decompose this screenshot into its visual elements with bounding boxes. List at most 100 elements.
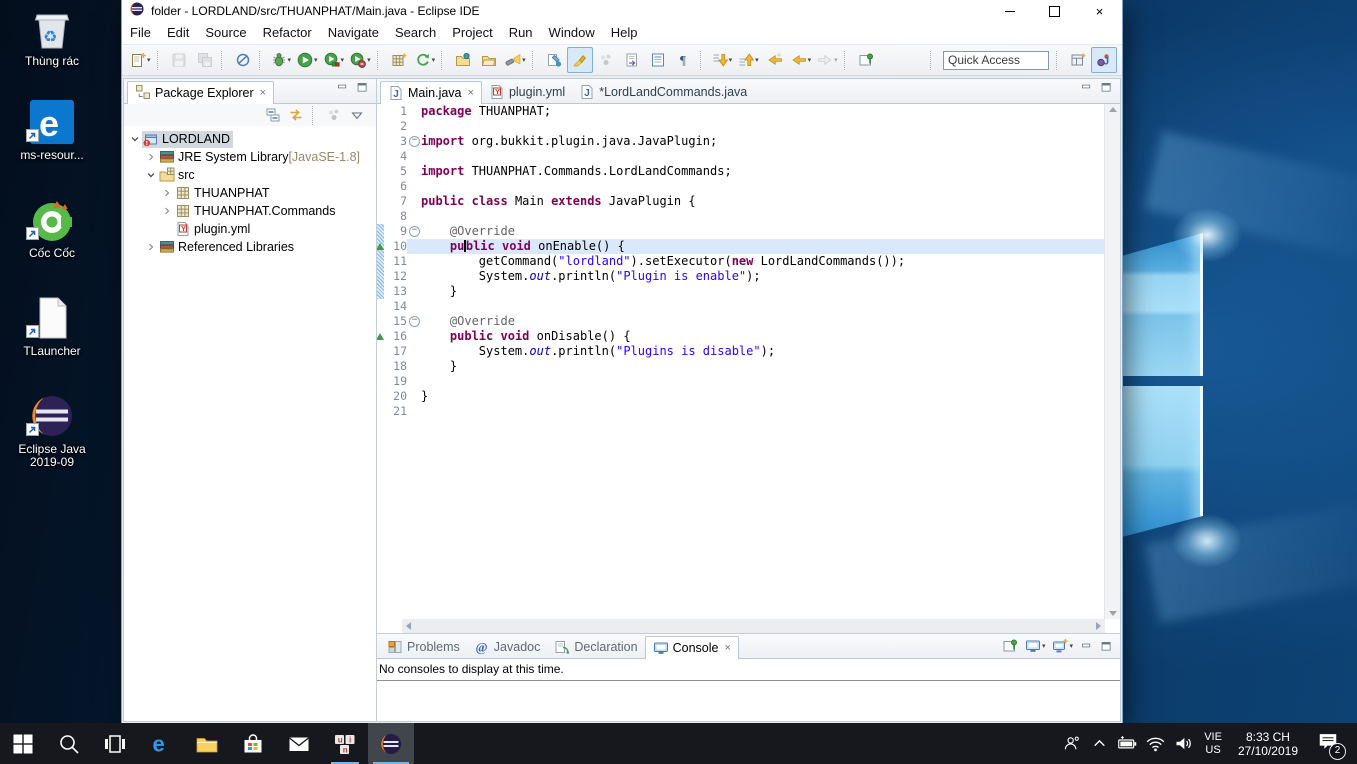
next-annotation-button[interactable]: ▾ xyxy=(709,47,736,73)
dropdown-arrow-icon[interactable]: ▾ xyxy=(147,56,151,64)
scroll-right-icon[interactable] xyxy=(1096,622,1101,630)
menu-project[interactable]: Project xyxy=(444,22,500,44)
desktop-icon-edge-shortcut[interactable]: ems-resour... xyxy=(6,96,98,162)
code-line-13[interactable]: 13 } xyxy=(377,284,1105,299)
menu-help[interactable]: Help xyxy=(603,22,646,44)
skip-all-breakpoints-button[interactable] xyxy=(230,47,256,73)
dropdown-arrow-icon[interactable]: ▾ xyxy=(367,56,371,64)
code-line-7[interactable]: 7public class Main extends JavaPlugin { xyxy=(377,194,1105,209)
taskbar-unikey-button[interactable]: uin xyxy=(322,723,368,764)
forward-button[interactable]: ▾ xyxy=(814,47,841,73)
tab-problems[interactable]: Problems xyxy=(380,636,467,658)
editor-tab-main-java[interactable]: JMain.java× xyxy=(380,81,482,104)
minimize-view-button[interactable] xyxy=(1080,640,1093,653)
editor-vertical-scrollbar[interactable] xyxy=(1104,104,1120,619)
tray-network-wifi-button[interactable] xyxy=(1141,733,1169,754)
close-tab-icon[interactable]: × xyxy=(468,87,474,99)
code-line-5[interactable]: 5import THUANPHAT.Commands.LordLandComma… xyxy=(377,164,1105,179)
maximize-view-button[interactable] xyxy=(1100,640,1113,653)
menu-file[interactable]: File xyxy=(122,22,159,44)
open-resource-button[interactable] xyxy=(476,47,502,73)
minimize-editor-icon[interactable] xyxy=(1080,81,1093,99)
link-with-editor-button[interactable] xyxy=(286,105,306,125)
tree-item-plugin-yml[interactable]: Yplugin.yml xyxy=(124,220,376,238)
menu-navigate[interactable]: Navigate xyxy=(320,22,387,44)
dropdown-arrow-icon[interactable]: ▾ xyxy=(1042,642,1046,650)
code-line-9[interactable]: 9− @Override xyxy=(377,224,1105,239)
code-line-12[interactable]: 12 System.out.println("Plugin is enable"… xyxy=(377,269,1105,284)
close-view-icon[interactable]: × xyxy=(260,87,266,99)
tree-item-src[interactable]: src xyxy=(124,166,376,184)
collapse-fold-icon[interactable]: − xyxy=(409,226,420,237)
menu-source[interactable]: Source xyxy=(197,22,254,44)
open-console-button[interactable]: ▾ xyxy=(1052,638,1073,654)
code-line-1[interactable]: 1package THUANPHAT; xyxy=(377,104,1105,119)
tree-expand-chevron-icon[interactable] xyxy=(160,205,174,217)
code-line-20[interactable]: 20} xyxy=(377,389,1105,404)
taskbar-file-explorer-button[interactable] xyxy=(184,723,230,764)
save-button[interactable] xyxy=(166,47,192,73)
new-wizard-button[interactable]: ▾ xyxy=(127,47,154,73)
open-perspective-button[interactable] xyxy=(1065,47,1091,73)
back-button[interactable]: ▾ xyxy=(788,47,815,73)
tree-expand-chevron-icon[interactable] xyxy=(144,151,158,163)
tab-console[interactable]: Console× xyxy=(645,636,739,659)
editor-tab-plugin-yml[interactable]: Yplugin.yml xyxy=(482,81,572,103)
show-whitespace-button[interactable]: ¶ xyxy=(671,47,697,73)
tree-item-lordland[interactable]: LORDLAND xyxy=(124,130,376,148)
taskbar-task-view-button[interactable] xyxy=(92,723,138,764)
dropdown-arrow-icon[interactable]: ▾ xyxy=(432,56,436,64)
refresh-button[interactable]: ▾ xyxy=(412,47,439,73)
code-line-19[interactable]: 19 xyxy=(377,374,1105,389)
dropdown-arrow-icon[interactable]: ▾ xyxy=(1069,642,1073,650)
scroll-up-icon[interactable] xyxy=(1109,107,1117,112)
scroll-left-icon[interactable] xyxy=(406,622,411,630)
clock[interactable]: 8:33 CH 27/10/2019 xyxy=(1229,730,1307,758)
code-line-14[interactable]: 14 xyxy=(377,299,1105,314)
editor-tab--lordlandcommands-java[interactable]: J*LordLandCommands.java xyxy=(572,81,754,103)
tab-package-explorer[interactable]: Package Explorer × xyxy=(127,81,274,104)
window-minimize-button[interactable] xyxy=(987,0,1032,22)
collapse-fold-icon[interactable]: − xyxy=(409,136,420,147)
menu-refactor[interactable]: Refactor xyxy=(255,22,320,44)
search-button[interactable]: ▾ xyxy=(502,47,529,73)
show-selected-element-only-button[interactable] xyxy=(593,47,619,73)
collapse-all-button[interactable] xyxy=(263,105,283,125)
tab-declaration[interactable]: Declaration xyxy=(547,636,644,658)
scroll-down-icon[interactable] xyxy=(1109,611,1117,616)
fold-toggle[interactable]: − xyxy=(408,314,421,329)
new-annotation-button[interactable] xyxy=(541,47,567,73)
tree-item-jre-system-library[interactable]: JRE System Library [JavaSE-1.8] xyxy=(124,148,376,166)
code-line-4[interactable]: 4 xyxy=(377,149,1105,164)
desktop-icon-recycle-bin[interactable]: ♻Thùng rác xyxy=(6,2,98,68)
dropdown-arrow-icon[interactable]: ▾ xyxy=(834,56,838,64)
dropdown-arrow-icon[interactable]: ▾ xyxy=(755,56,759,64)
code-line-16[interactable]: 16 public void onDisable() { xyxy=(377,329,1105,344)
coverage-button[interactable]: ▾ xyxy=(321,47,348,73)
editor-horizontal-scrollbar[interactable] xyxy=(402,619,1105,633)
dropdown-arrow-icon[interactable]: ▾ xyxy=(341,56,345,64)
dropdown-arrow-icon[interactable]: ▾ xyxy=(314,56,318,64)
mark-occurrences-button[interactable] xyxy=(567,47,593,73)
dropdown-arrow-icon[interactable]: ▾ xyxy=(288,56,292,64)
open-task-button[interactable] xyxy=(450,47,476,73)
open-declaration-button[interactable] xyxy=(619,47,645,73)
code-line-18[interactable]: 18 } xyxy=(377,359,1105,374)
tray-people-button[interactable] xyxy=(1057,733,1085,754)
dropdown-arrow-icon[interactable]: ▾ xyxy=(729,56,733,64)
quick-access-input[interactable] xyxy=(943,51,1049,70)
code-line-8[interactable]: 8 xyxy=(377,209,1105,224)
notification-center-button[interactable]: 2 xyxy=(1307,723,1349,764)
taskbar-search-button[interactable] xyxy=(46,723,92,764)
code-line-15[interactable]: 15− @Override xyxy=(377,314,1105,329)
tree-item-referenced-libraries[interactable]: Referenced Libraries xyxy=(124,238,376,256)
menu-window[interactable]: Window xyxy=(541,22,603,44)
close-tab-icon[interactable]: × xyxy=(724,642,730,654)
desktop-icon-eclipse-shortcut[interactable]: Eclipse Java 2019-09 xyxy=(6,390,98,469)
fold-toggle[interactable]: − xyxy=(408,224,421,239)
code-line-17[interactable]: 17 System.out.println("Plugins is disabl… xyxy=(377,344,1105,359)
menu-search[interactable]: Search xyxy=(387,22,444,44)
code-line-3[interactable]: 3−import org.bukkit.plugin.java.JavaPlug… xyxy=(377,134,1105,149)
desktop-icon-tlauncher-shortcut[interactable]: TLauncher xyxy=(6,292,98,358)
fold-toggle[interactable]: − xyxy=(408,134,421,149)
